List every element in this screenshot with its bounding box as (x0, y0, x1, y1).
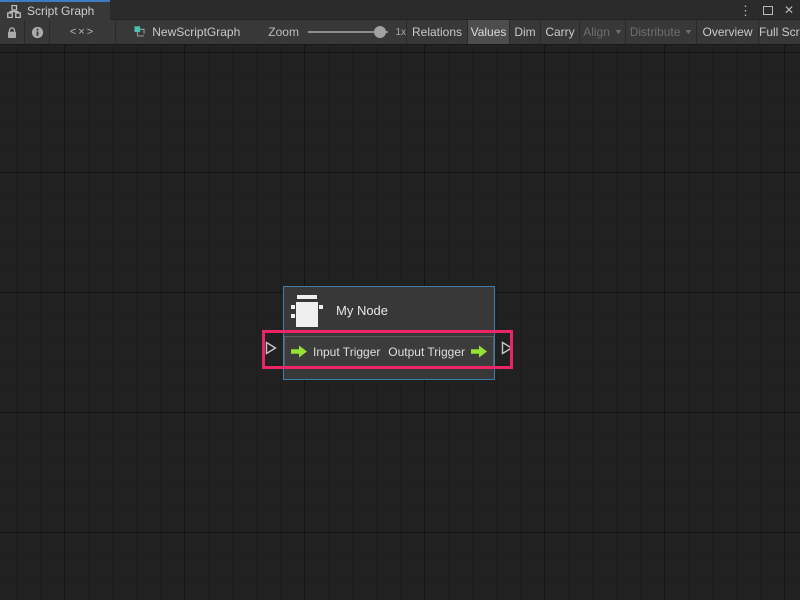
zoom-value: 1x (395, 27, 406, 38)
chevron-down-icon: ▼ (613, 29, 623, 36)
node-title: My Node (336, 303, 388, 318)
node-my-node[interactable]: My Node Input Trigger Output Trigger (283, 286, 495, 380)
title-bar: Script Graph ⋮ ✕ (0, 0, 800, 20)
graph-name[interactable]: NewScriptGraph (152, 25, 240, 39)
node-header[interactable]: My Node (284, 287, 494, 334)
overview-button[interactable]: Overview (697, 20, 759, 44)
script-graph-icon (134, 25, 146, 39)
external-input-port-icon[interactable] (265, 341, 277, 355)
distribute-dropdown-button[interactable]: Distribute ▼ (626, 20, 697, 44)
graph-breadcrumb-section: NewScriptGraph Zoom 1x (116, 20, 407, 44)
zoom-slider[interactable] (308, 31, 388, 33)
lock-button[interactable] (0, 20, 25, 44)
unit-node-icon (291, 294, 323, 328)
graph-hierarchy-icon (7, 5, 21, 18)
zoom-label: Zoom (268, 25, 299, 39)
distribute-label: Distribute (630, 25, 681, 39)
info-button[interactable] (25, 20, 50, 44)
dim-button[interactable]: Dim (510, 20, 541, 44)
input-trigger-port[interactable]: Input Trigger (291, 345, 380, 359)
carry-button[interactable]: Carry (541, 20, 580, 44)
tab-title: Script Graph (27, 4, 94, 18)
align-label: Align (583, 25, 610, 39)
maximize-icon[interactable] (763, 6, 773, 15)
input-trigger-label: Input Trigger (313, 345, 380, 359)
tab-script-graph[interactable]: Script Graph (0, 0, 110, 20)
zoom-slider-handle[interactable] (374, 26, 386, 38)
flow-arrow-icon (471, 345, 487, 358)
window-controls: ⋮ ✕ (739, 0, 794, 20)
align-dropdown-button[interactable]: Align ▼ (580, 20, 626, 44)
window-menu-icon[interactable]: ⋮ (739, 4, 752, 17)
output-trigger-label: Output Trigger (388, 345, 465, 359)
code-preview-toggle[interactable]: <×> (50, 20, 116, 44)
lock-icon (6, 26, 18, 39)
relations-button[interactable]: Relations (407, 20, 468, 44)
chevron-down-icon: ▼ (684, 29, 694, 36)
node-port-row: Input Trigger Output Trigger (284, 336, 494, 367)
values-button[interactable]: Values (468, 20, 510, 44)
output-trigger-port[interactable]: Output Trigger (388, 345, 487, 359)
info-icon (31, 26, 44, 39)
fullscreen-button[interactable]: Full Screen (759, 20, 800, 44)
graph-toolbar: <×> NewScriptGraph Zoom 1x Relations Val… (0, 20, 800, 45)
flow-arrow-icon (291, 345, 307, 358)
script-graph-window: Script Graph ⋮ ✕ <×> (0, 0, 800, 600)
external-output-port-icon[interactable] (501, 341, 513, 355)
close-icon[interactable]: ✕ (784, 4, 794, 16)
